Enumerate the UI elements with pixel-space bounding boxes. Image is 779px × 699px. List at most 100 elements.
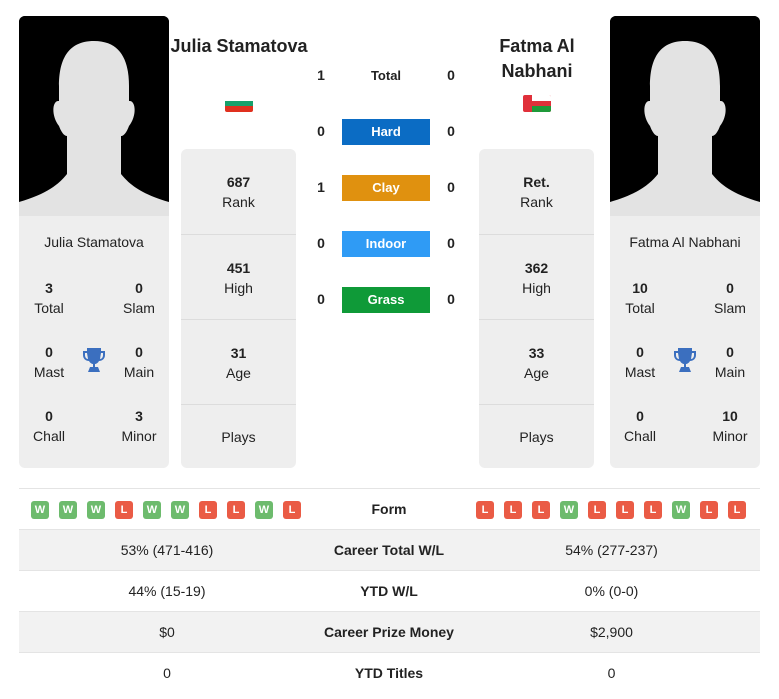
form-badge-loss[interactable]: L <box>700 501 718 519</box>
trophy-icon <box>674 348 696 372</box>
titles-minor-value: 10 <box>722 408 738 424</box>
form-badge-loss[interactable]: L <box>504 501 522 519</box>
titles-main-label: Main <box>123 364 155 380</box>
stat-age-value: 33 <box>528 345 545 361</box>
comparison-label: Career Total W/L <box>333 542 445 558</box>
stat-rank: Ret. Rank <box>479 149 594 234</box>
form-badge-win[interactable]: W <box>31 501 49 519</box>
form-badges-right: LLLWLLLWLL <box>476 501 746 519</box>
titles-slam-label: Slam <box>123 300 155 316</box>
form-badge-loss[interactable]: L <box>532 501 550 519</box>
comparison-left-value: 44% (15-19) <box>128 583 206 599</box>
form-badges-left: WWWLWWLLWL <box>31 501 301 519</box>
stat-age: 33 Age <box>479 319 594 404</box>
h2h-right-count: 0 <box>447 67 455 83</box>
h2h-left-count: 1 <box>317 67 325 83</box>
surface-badge-indoor[interactable]: Indoor <box>342 231 430 257</box>
titles-main: 0 Main <box>700 342 760 382</box>
stat-age-value: 31 <box>230 345 247 361</box>
titles-chall-value: 0 <box>636 408 644 424</box>
comparison-left-value: 53% (471-416) <box>120 542 214 558</box>
stat-age-label: Age <box>226 365 251 381</box>
player-name-left[interactable]: Julia Stamatova <box>169 34 309 59</box>
comparison-table: WWWLWWLLWL Form LLLWLLLWLL 53% (471-416)… <box>19 488 760 694</box>
form-badge-win[interactable]: W <box>87 501 105 519</box>
comparison-row-ytd-wl: 44% (15-19) YTD W/L 0% (0-0) <box>19 571 760 612</box>
titles-mast-value: 0 <box>636 344 644 360</box>
titles-chall-value: 0 <box>45 408 53 424</box>
stat-plays: Plays <box>181 404 296 489</box>
form-badge-win[interactable]: W <box>171 501 189 519</box>
comparison-label: YTD Titles <box>354 665 424 681</box>
h2h-row-clay: 1 Clay 0 <box>300 175 480 201</box>
titles-slam-value: 0 <box>726 280 734 296</box>
comparison-right-value: 0% (0-0) <box>584 583 639 599</box>
stat-plays-label: Plays <box>221 429 256 445</box>
titles-mast-label: Mast <box>33 364 65 380</box>
titles-minor: 10 Minor <box>700 406 760 446</box>
stat-rank-label: Rank <box>222 194 255 210</box>
form-badge-loss[interactable]: L <box>728 501 746 519</box>
bulgaria-flag-icon <box>225 95 253 112</box>
comparison-row-career-wl: 53% (471-416) Career Total W/L 54% (277-… <box>19 530 760 571</box>
form-badge-loss[interactable]: L <box>644 501 662 519</box>
comparison-right-value: 0 <box>607 665 616 681</box>
stat-plays: Plays <box>479 404 594 489</box>
h2h-right-count: 0 <box>447 123 455 139</box>
titles-minor: 3 Minor <box>109 406 169 446</box>
h2h-left-count: 0 <box>317 291 325 307</box>
form-badge-loss[interactable]: L <box>476 501 494 519</box>
h2h-left-count: 1 <box>317 179 325 195</box>
comparison-row-form: WWWLWWLLWL Form LLLWLLLWLL <box>19 489 760 530</box>
surface-badge-hard[interactable]: Hard <box>342 119 430 145</box>
titles-card-right: Fatma Al Nabhani 10 Total 0 Slam 0 Mast … <box>610 216 760 468</box>
titles-mast-label: Mast <box>624 364 656 380</box>
titles-minor-value: 3 <box>135 408 143 424</box>
form-badge-win[interactable]: W <box>560 501 578 519</box>
trophy-icon <box>83 348 105 372</box>
form-badge-loss[interactable]: L <box>588 501 606 519</box>
oman-flag-icon <box>523 95 551 112</box>
comparison-left-value: $0 <box>159 624 175 640</box>
form-badge-win[interactable]: W <box>59 501 77 519</box>
titles-slam-value: 0 <box>135 280 143 296</box>
player-name-right[interactable]: Fatma Al Nabhani <box>467 34 607 84</box>
comparison-row-ytd-titles: 0 YTD Titles 0 <box>19 653 760 694</box>
form-badge-loss[interactable]: L <box>283 501 301 519</box>
h2h-left-count: 0 <box>317 123 325 139</box>
form-badge-win[interactable]: W <box>255 501 273 519</box>
titles-main: 0 Main <box>109 342 169 382</box>
stat-high-label: High <box>224 280 253 296</box>
titles-chall-label: Chall <box>624 428 656 444</box>
comparison-right-value: $2,900 <box>590 624 633 640</box>
comparison-right-value: 54% (277-237) <box>565 542 658 558</box>
form-badge-win[interactable]: W <box>672 501 690 519</box>
form-badge-loss[interactable]: L <box>199 501 217 519</box>
titles-total-value: 10 <box>632 280 648 296</box>
form-badge-win[interactable]: W <box>143 501 161 519</box>
comparison-label: Career Prize Money <box>324 624 454 640</box>
h2h-label-total: Total <box>370 68 402 83</box>
h2h-right-count: 0 <box>447 179 455 195</box>
form-badge-loss[interactable]: L <box>227 501 245 519</box>
stat-high: 362 High <box>479 234 594 319</box>
titles-chall: 0 Chall <box>610 406 670 446</box>
comparison-label: YTD W/L <box>360 583 418 599</box>
form-badge-loss[interactable]: L <box>616 501 634 519</box>
stat-rank-value: 687 <box>226 174 251 190</box>
stat-high-value: 451 <box>226 260 251 276</box>
surface-badge-clay[interactable]: Clay <box>342 175 430 201</box>
player-photo-left <box>19 16 169 216</box>
titles-main-label: Main <box>714 364 746 380</box>
stat-high-label: High <box>522 280 551 296</box>
titles-mast: 0 Mast <box>610 342 670 382</box>
stat-age-label: Age <box>524 365 549 381</box>
comparison-label: Form <box>371 501 407 517</box>
h2h-row-grass: 0 Grass 0 <box>300 287 480 313</box>
silhouette-icon <box>610 16 760 216</box>
surface-badge-grass[interactable]: Grass <box>342 287 430 313</box>
player-name-label: Julia Stamatova <box>44 234 144 250</box>
titles-total-label: Total <box>34 300 64 316</box>
form-badge-loss[interactable]: L <box>115 501 133 519</box>
h2h-row-indoor: 0 Indoor 0 <box>300 231 480 257</box>
